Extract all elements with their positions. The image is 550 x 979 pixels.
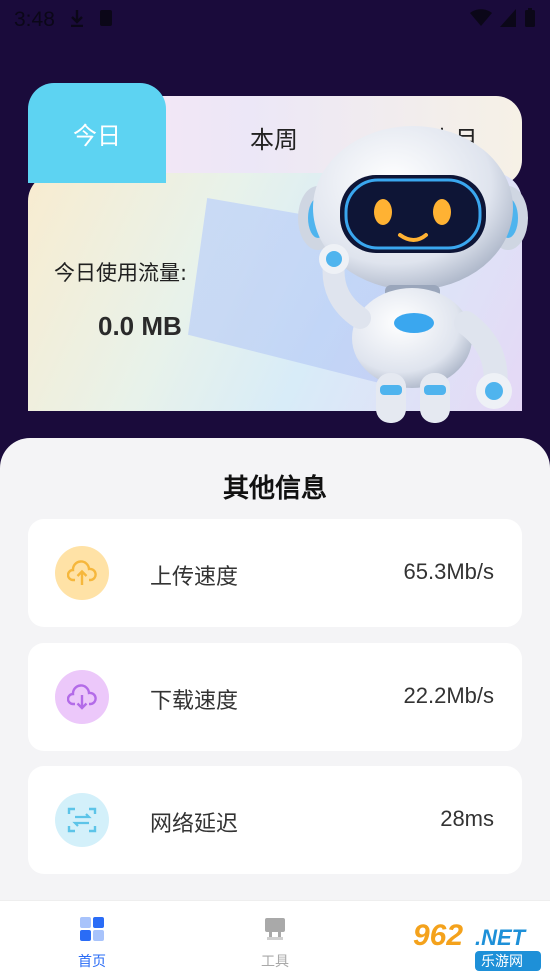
usage-label: 今日使用流量: bbox=[54, 261, 188, 285]
site-watermark-logo: 962 .NET 乐游网 bbox=[413, 919, 541, 971]
download-icon bbox=[69, 9, 85, 32]
svg-text:乐游网: 乐游网 bbox=[481, 954, 523, 970]
nav-home[interactable]: 首页 bbox=[52, 915, 132, 971]
status-bar: 3:48 bbox=[0, 0, 550, 40]
upload-speed-card: 上传速度 65.3Mb/s bbox=[28, 519, 522, 627]
other-info-title: 其他信息 bbox=[222, 474, 327, 504]
signal-icon bbox=[500, 8, 516, 32]
cloud-download-icon bbox=[55, 670, 109, 724]
bottom-nav: 首页 工具 962 .NET 乐游网 bbox=[0, 900, 550, 979]
sim-icon bbox=[99, 9, 113, 32]
tab-today[interactable]: 今日 bbox=[28, 83, 166, 183]
scan-latency-icon bbox=[55, 793, 109, 847]
cloud-upload-icon bbox=[55, 546, 109, 600]
robot-illustration bbox=[298, 126, 528, 423]
download-speed-card: 下载速度 22.2Mb/s bbox=[28, 643, 522, 751]
nav-tools-label: 工具 bbox=[261, 954, 289, 970]
latency-card: 网络延迟 28ms bbox=[28, 766, 522, 874]
upload-speed-value: 65.3Mb/s bbox=[403, 559, 495, 584]
wifi-icon bbox=[470, 8, 492, 32]
download-speed-value: 22.2Mb/s bbox=[403, 683, 495, 708]
battery-icon bbox=[524, 7, 536, 33]
svg-text:.NET: .NET bbox=[475, 925, 527, 950]
usage-value: 0.0 MB bbox=[98, 311, 182, 341]
nav-tools[interactable]: 工具 bbox=[235, 915, 315, 971]
upload-speed-label: 上传速度 bbox=[150, 565, 239, 590]
home-grid-icon bbox=[80, 917, 104, 941]
status-time: 3:48 bbox=[14, 8, 55, 31]
latency-label: 网络延迟 bbox=[150, 812, 239, 837]
download-speed-label: 下载速度 bbox=[150, 689, 239, 714]
nav-home-label: 首页 bbox=[78, 954, 106, 970]
latency-value: 28ms bbox=[440, 806, 494, 831]
tools-icon bbox=[265, 918, 285, 940]
traffic-card: 本周 本月 今日使用流量: 0.0 MB 今日 bbox=[28, 83, 528, 423]
svg-text:962: 962 bbox=[413, 919, 463, 952]
